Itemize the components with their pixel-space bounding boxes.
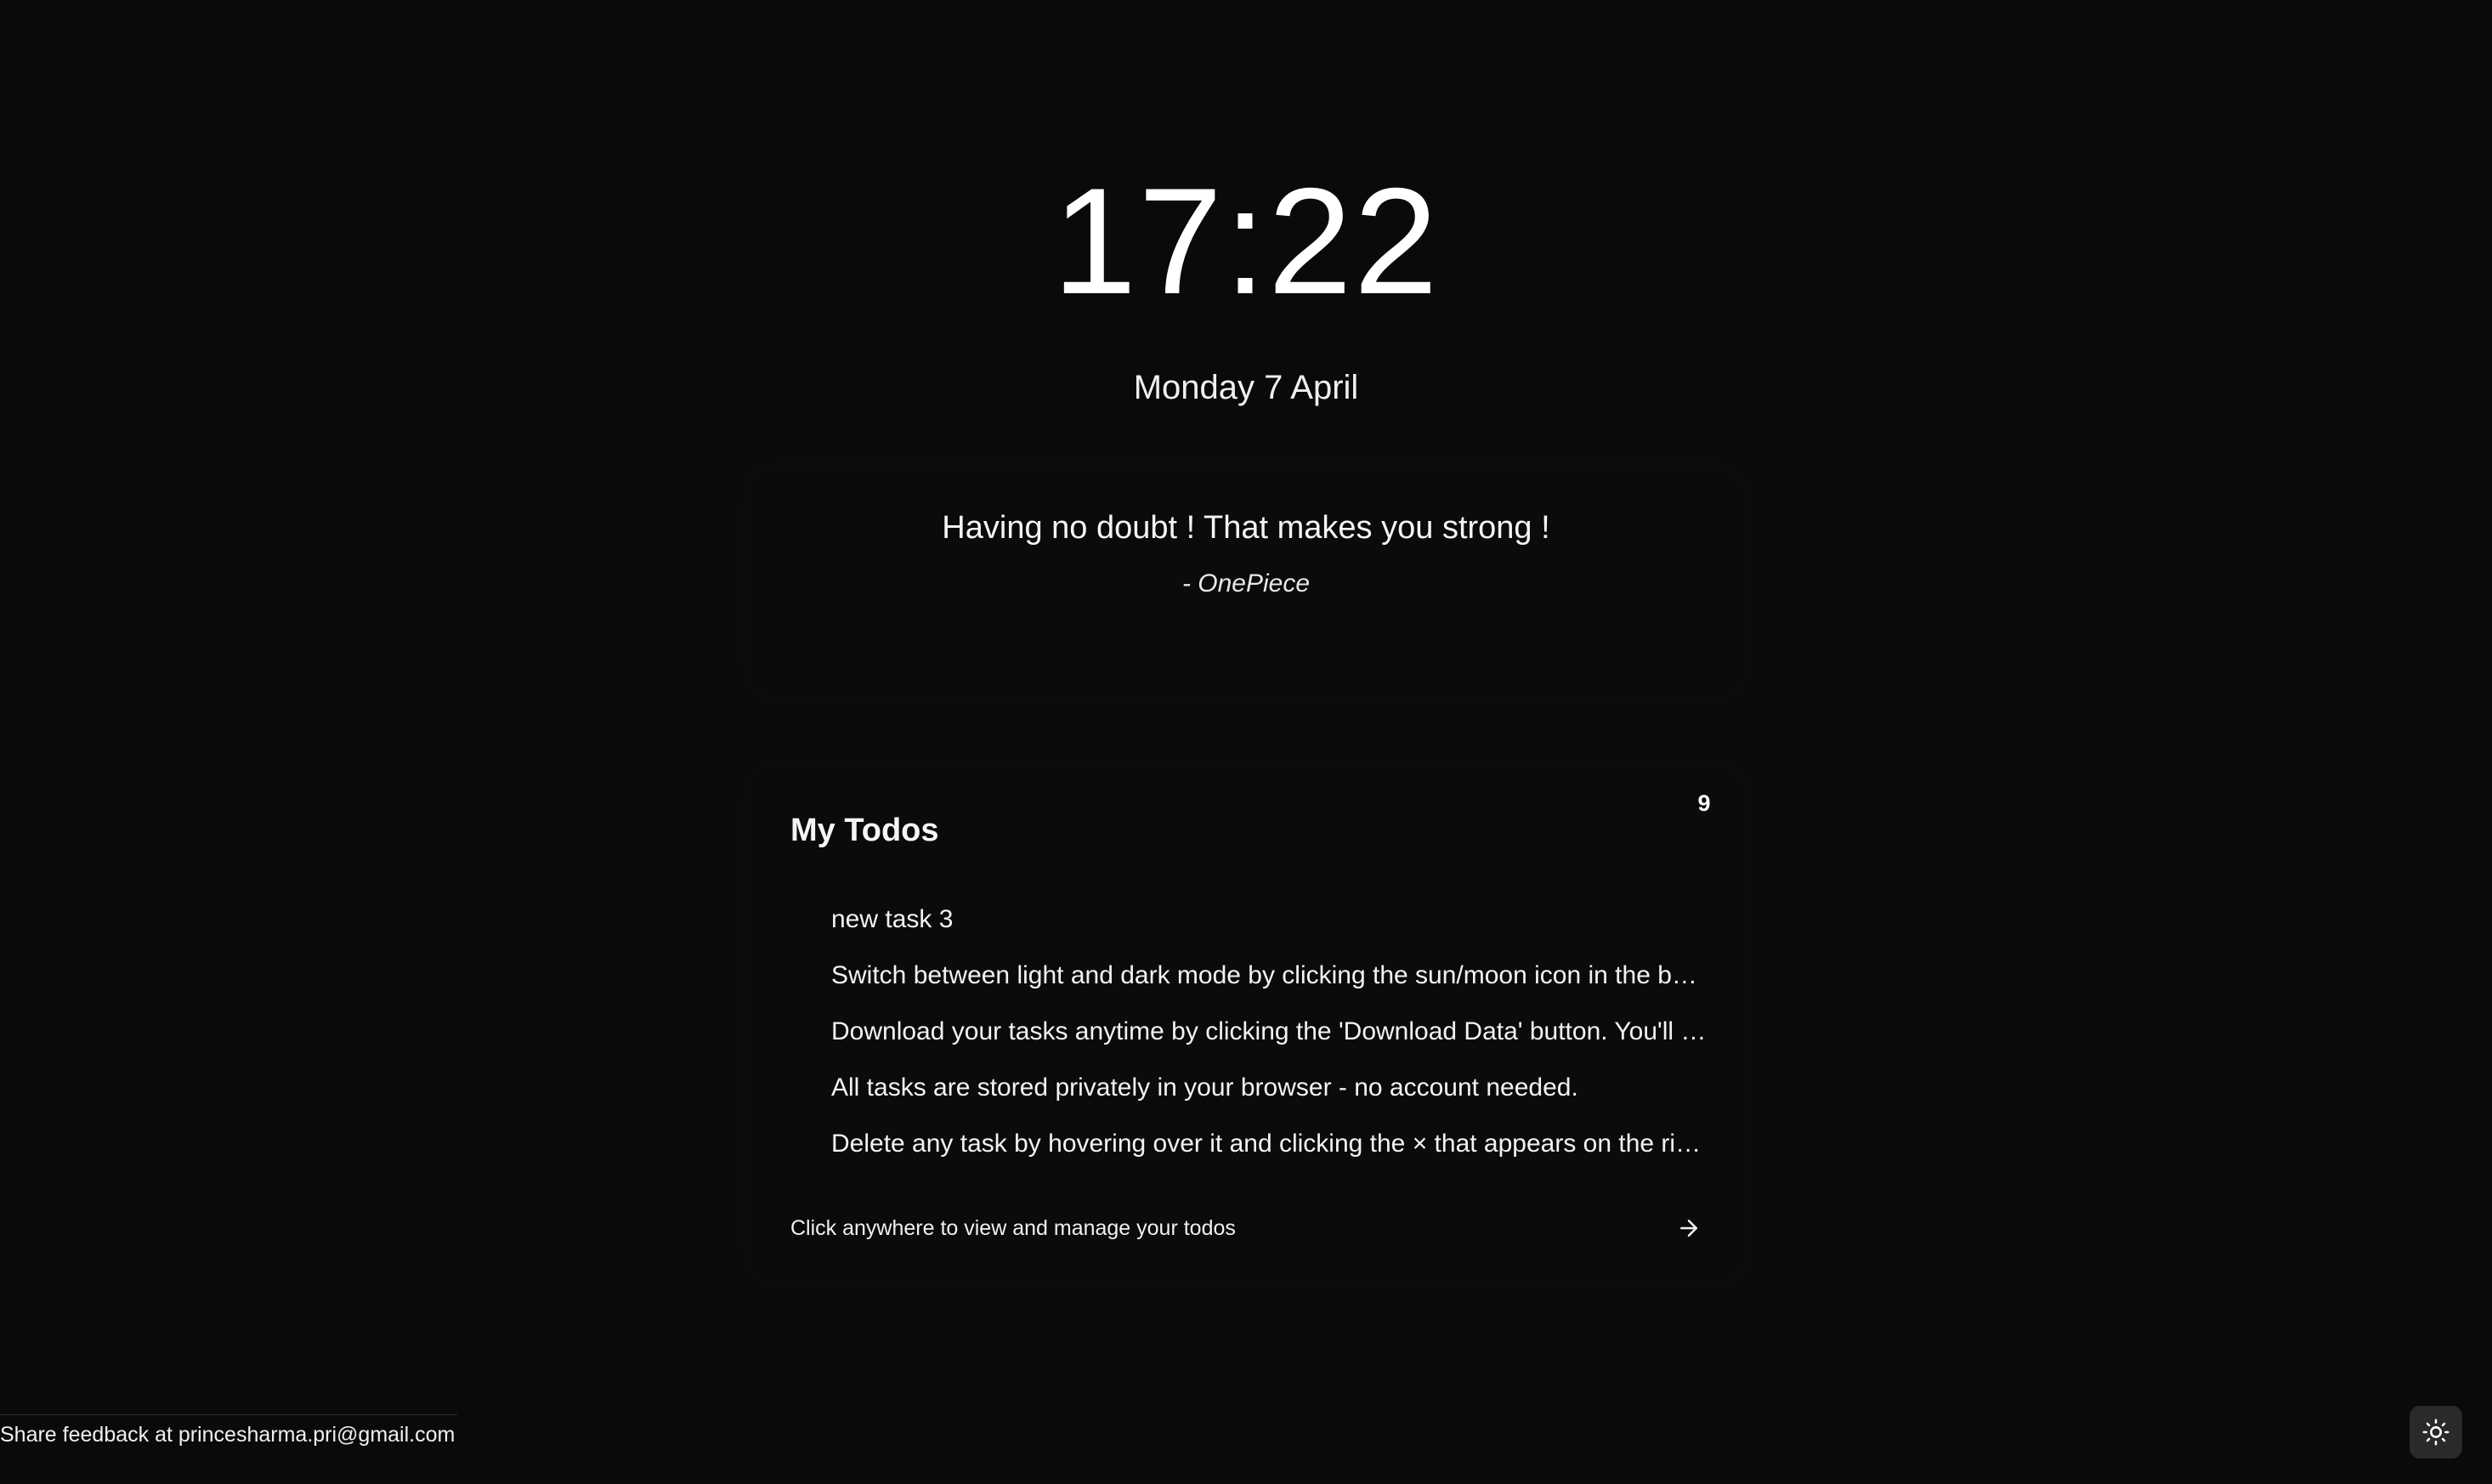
todo-item[interactable]: Delete any task by hovering over it and … xyxy=(831,1127,1707,1183)
manage-todos-label: Click anywhere to view and manage your t… xyxy=(790,1215,1236,1240)
theme-toggle-button[interactable] xyxy=(2410,1406,2462,1459)
todo-item[interactable]: Download your tasks anytime by clicking … xyxy=(831,1015,1707,1071)
todo-item[interactable]: Switch between light and dark mode by cl… xyxy=(831,959,1707,1015)
todo-list: new task 3 Switch between light and dark… xyxy=(831,903,1707,1183)
quote-author: - OnePiece xyxy=(1181,569,1311,598)
sun-icon xyxy=(2422,1419,2450,1446)
feedback-text: Share feedback at princesharma.pri@gmail… xyxy=(0,1414,457,1453)
manage-todos-link[interactable]: Click anywhere to view and manage your t… xyxy=(790,1211,1702,1245)
quote-text: Having no doubt ! That makes you strong … xyxy=(942,510,1550,546)
todo-count-badge: 9 xyxy=(1697,790,1711,816)
quote-card: Having no doubt ! That makes you strong … xyxy=(748,467,1744,697)
new-tab-page: 17:22 Monday 7 April Having no doubt ! T… xyxy=(0,0,2492,1484)
clock-time: 17:22 xyxy=(1052,156,1440,326)
todo-item[interactable]: All tasks are stored privately in your b… xyxy=(831,1071,1707,1127)
date-display: Monday 7 April xyxy=(1133,369,1359,406)
todo-title: My Todos xyxy=(790,813,939,848)
todo-item[interactable]: new task 3 xyxy=(831,903,1707,959)
arrow-right-icon xyxy=(1680,1220,1697,1237)
